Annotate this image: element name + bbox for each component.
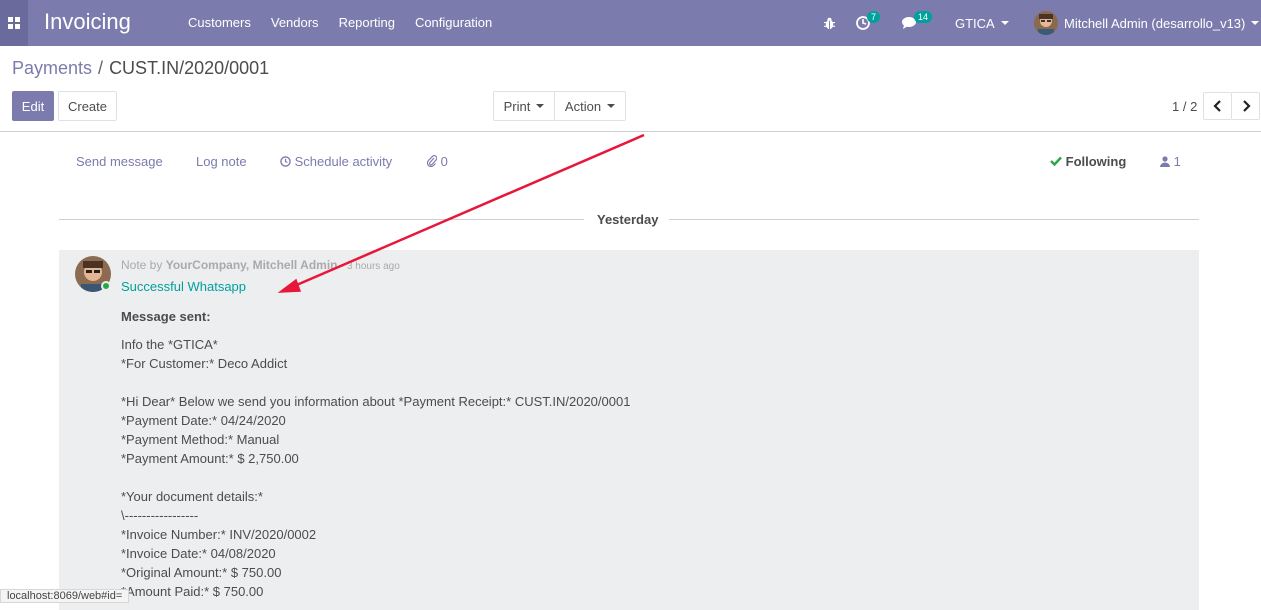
apps-grid-icon <box>8 17 20 29</box>
following-button[interactable]: Following <box>1050 154 1126 169</box>
body-line: *For Customer:* Deco Addict <box>121 356 288 371</box>
body-line: *Amount Paid:* $ 750.00 <box>121 584 264 599</box>
pager-next-button[interactable] <box>1231 92 1260 120</box>
separator-line-left <box>59 219 584 220</box>
body-line <box>121 468 1121 487</box>
separator-line-right <box>669 219 1199 220</box>
caret-down-icon <box>1251 21 1260 25</box>
body-line: \----------------- <box>121 508 199 523</box>
schedule-activity-button[interactable]: Schedule activity <box>280 154 392 169</box>
chevron-left-icon <box>1212 100 1221 112</box>
message-count-badge: 14 <box>914 11 933 23</box>
action-label: Action <box>564 98 602 114</box>
debug-button[interactable] <box>823 0 836 46</box>
date-separator-label: Yesterday <box>597 212 659 227</box>
breadcrumb-current: CUST.IN/2020/0001 <box>109 58 270 78</box>
caret-down-icon <box>536 104 545 108</box>
breadcrumb-payments-link[interactable]: Payments <box>12 58 92 78</box>
online-status-dot <box>101 281 111 291</box>
chevron-right-icon <box>1242 100 1251 112</box>
body-line: *Invoice Number:* INV/2020/0002 <box>121 527 317 542</box>
check-icon <box>1050 156 1062 167</box>
message-prefix: Note by <box>121 258 163 272</box>
status-url-bar: localhost:8069/web#id= <box>0 589 130 603</box>
following-label: Following <box>1065 154 1127 169</box>
user-menu[interactable]: Mitchell Admin (desarrollo_v13) <box>1034 0 1260 46</box>
send-message-button[interactable]: Send message <box>76 154 163 169</box>
caret-down-icon <box>1000 21 1009 25</box>
menu-vendors[interactable]: Vendors <box>271 15 319 30</box>
body-line: *Payment Date:* 04/24/2020 <box>121 413 286 428</box>
user-name: Mitchell Admin (desarrollo_v13) <box>1064 15 1246 31</box>
menu-configuration[interactable]: Configuration <box>415 15 492 30</box>
main-menu: Customers Vendors Reporting Configuratio… <box>188 15 492 30</box>
print-dropdown[interactable]: Print <box>493 91 555 121</box>
body-line: *Original Amount:* $ 750.00 <box>121 565 282 580</box>
activities-button[interactable]: 7 <box>856 0 881 46</box>
breadcrumb-separator: / <box>98 58 104 78</box>
message-author[interactable]: YourCompany, Mitchell Admin <box>166 258 338 272</box>
paperclip-icon <box>426 155 438 168</box>
print-label: Print <box>503 98 531 114</box>
pager-value[interactable]: 1 / 2 <box>1172 99 1197 114</box>
message-header: Note by YourCompany, Mitchell Admin - 3 … <box>121 258 400 272</box>
body-line: *Payment Amount:* $ 2,750.00 <box>121 451 299 466</box>
log-note-button[interactable]: Log note <box>196 154 247 169</box>
body-line: Info the *GTICA* <box>121 337 218 352</box>
date-separator: Yesterday <box>59 211 1199 227</box>
edit-button[interactable]: Edit <box>12 91 54 121</box>
menu-customers[interactable]: Customers <box>188 15 251 30</box>
activity-count-badge: 7 <box>867 11 881 23</box>
schedule-activity-label: Schedule activity <box>294 154 393 169</box>
followers-count: 1 <box>1173 154 1181 169</box>
chatter-message: Note by YourCompany, Mitchell Admin - 3 … <box>59 250 1199 610</box>
company-switcher[interactable]: GTICA <box>955 0 1009 46</box>
message-body-title: Message sent: <box>121 309 211 324</box>
caret-down-icon <box>607 104 616 108</box>
clock-icon <box>280 156 291 167</box>
body-line: *Hi Dear* Below we send you information … <box>121 394 631 409</box>
action-dropdown[interactable]: Action <box>554 91 626 121</box>
user-avatar <box>1034 11 1058 35</box>
control-panel-divider <box>0 131 1261 132</box>
message-time: - 3 hours ago <box>340 261 400 272</box>
body-line: *Your document details:* <box>121 489 263 504</box>
attachments-count: 0 <box>440 154 448 169</box>
app-title: Invoicing <box>44 9 131 34</box>
bug-icon <box>823 17 836 29</box>
top-navbar: Invoicing Customers Vendors Reporting Co… <box>0 0 1261 46</box>
message-body: Message sent: Info the *GTICA* *For Cust… <box>121 307 1121 601</box>
body-line: *Payment Method:* Manual <box>121 432 280 447</box>
messages-button[interactable]: 14 <box>901 0 933 46</box>
breadcrumb: Payments / CUST.IN/2020/0001 <box>12 58 269 79</box>
create-button[interactable]: Create <box>58 91 117 121</box>
body-line <box>121 373 1121 392</box>
message-subject: Successful Whatsapp <box>121 279 247 294</box>
followers-button[interactable]: 1 <box>1160 154 1181 169</box>
chatter-topbar: Send message Log note Schedule activity … <box>59 146 1199 176</box>
menu-reporting[interactable]: Reporting <box>339 15 395 30</box>
pager-previous-button[interactable] <box>1203 92 1232 120</box>
user-icon <box>1160 156 1170 167</box>
body-line: *Invoice Date:* 04/08/2020 <box>121 546 276 561</box>
company-name: GTICA <box>955 15 995 31</box>
attachments-button[interactable]: 0 <box>426 154 448 169</box>
apps-menu-button[interactable] <box>0 0 28 46</box>
